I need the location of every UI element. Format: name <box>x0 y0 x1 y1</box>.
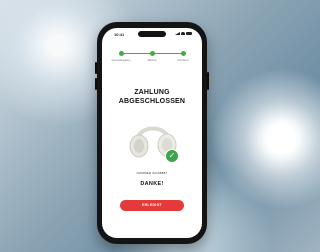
dynamic-island <box>138 31 166 37</box>
step-label-2: Zahlung <box>147 59 157 62</box>
step-dot-1[interactable] <box>119 51 124 56</box>
status-time: 10:41 <box>114 32 125 37</box>
signal-icon <box>175 32 180 35</box>
step-label-1: Versandangaben <box>111 59 131 62</box>
status-bar: 10:41 <box>102 28 202 42</box>
title-line-1: ZAHLUNG <box>134 89 170 96</box>
phone-frame: 10:41 Versandangaben Zahlung Abschluss Z… <box>95 22 209 244</box>
check-icon: ✓ <box>165 149 179 163</box>
volume-down-button <box>95 78 97 90</box>
volume-up-button <box>95 62 97 74</box>
step-connector <box>152 53 183 54</box>
step-connector <box>121 53 152 54</box>
checkout-stepper: Versandangaben Zahlung Abschluss <box>102 48 202 68</box>
order-number: NUMMER 62198887 <box>136 171 168 175</box>
power-button <box>207 72 209 90</box>
thanks-message: DANKE! <box>140 181 164 187</box>
title-line-2: ABGESCHLOSSEN <box>118 98 186 105</box>
step-dot-2[interactable] <box>150 51 155 56</box>
step-label-3: Abschluss <box>177 59 189 62</box>
battery-icon <box>186 32 192 35</box>
status-icons <box>175 32 192 35</box>
phone-screen: 10:41 Versandangaben Zahlung Abschluss Z… <box>102 28 202 238</box>
wifi-icon <box>181 32 185 35</box>
done-button[interactable]: ERLEDIGT <box>120 200 184 211</box>
step-dot-3[interactable] <box>181 51 186 56</box>
page-title: ZAHLUNG ABGESCHLOSSEN <box>102 88 202 106</box>
